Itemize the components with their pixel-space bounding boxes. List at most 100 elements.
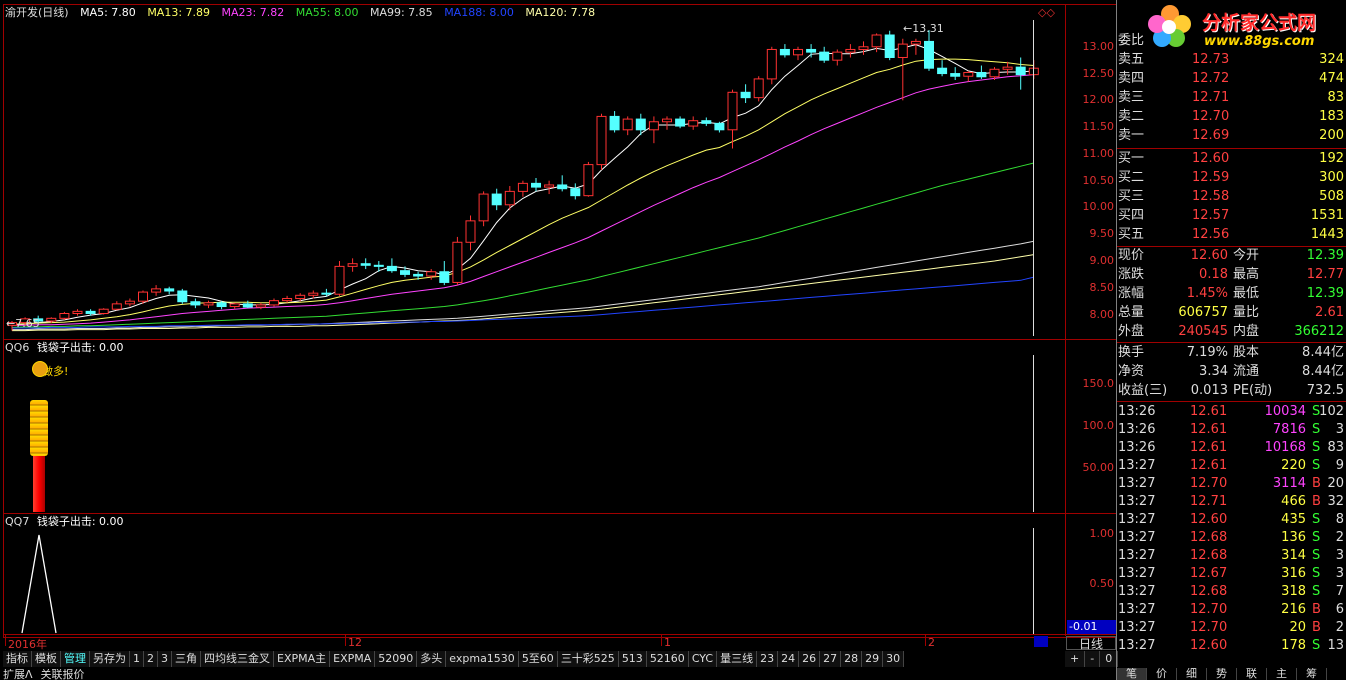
candle[interactable]	[452, 236, 463, 286]
status-link[interactable]: 关联报价	[41, 669, 85, 680]
bottom-tab[interactable]: 笔	[1117, 668, 1147, 680]
candle[interactable]	[491, 188, 502, 211]
candle[interactable]	[675, 116, 686, 129]
candle[interactable]	[570, 183, 581, 200]
toolbar-item[interactable]: 管理	[61, 651, 90, 667]
candle[interactable]	[779, 44, 790, 58]
bottom-tab[interactable]: 筹	[1297, 668, 1327, 680]
candle[interactable]	[269, 298, 279, 307]
candlestick-chart[interactable]	[4, 20, 1064, 336]
candle[interactable]	[72, 309, 83, 316]
candle[interactable]	[622, 116, 633, 136]
candle[interactable]	[819, 46, 830, 63]
candle[interactable]	[976, 65, 987, 79]
candle[interactable]	[884, 30, 895, 61]
candle[interactable]	[517, 180, 528, 197]
candle[interactable]	[531, 178, 541, 192]
candle[interactable]	[59, 311, 70, 320]
toolbar-item[interactable]: 52090	[375, 651, 418, 667]
status-link[interactable]: 扩展Λ	[3, 669, 33, 680]
toolbar-item[interactable]: 另存为	[90, 651, 130, 667]
toolbar-item[interactable]: 三角	[172, 651, 201, 667]
candle[interactable]	[98, 308, 109, 315]
candle[interactable]	[937, 60, 948, 77]
toolbar-item[interactable]: 1	[130, 651, 144, 667]
candle[interactable]	[360, 258, 371, 270]
candle[interactable]	[229, 302, 240, 310]
candle[interactable]	[282, 295, 293, 303]
candle[interactable]	[111, 301, 122, 311]
toolbar-item[interactable]: EXPMA	[330, 651, 376, 667]
candle[interactable]	[1015, 57, 1026, 90]
candle[interactable]	[216, 301, 227, 310]
corner-diamond-icon[interactable]: ◇◇	[1038, 6, 1055, 19]
candle[interactable]	[897, 38, 908, 101]
candle[interactable]	[701, 117, 712, 127]
candle[interactable]	[727, 89, 738, 149]
zoom-button[interactable]: -	[1085, 651, 1101, 667]
zoom-button[interactable]: +	[1065, 651, 1086, 667]
toolbar-item[interactable]: 28	[841, 651, 863, 667]
toolbar-item[interactable]: 24	[778, 651, 800, 667]
toolbar-item[interactable]: 27	[820, 651, 842, 667]
bottom-tab[interactable]: 主	[1267, 668, 1297, 680]
candle[interactable]	[688, 116, 699, 130]
candle[interactable]	[963, 70, 974, 82]
toolbar-item[interactable]: 模板	[32, 651, 61, 667]
candle[interactable]	[910, 38, 921, 55]
toolbar-item[interactable]: expma1530	[446, 651, 519, 667]
candle[interactable]	[242, 300, 253, 309]
candle[interactable]	[557, 175, 568, 192]
candle[interactable]	[177, 288, 188, 304]
candle[interactable]	[504, 186, 515, 211]
candle[interactable]	[596, 113, 607, 170]
toolbar-item[interactable]: 三十彩525	[557, 651, 619, 667]
toolbar-item[interactable]: EXPMA主	[274, 651, 331, 667]
period-button[interactable]: 日线	[1066, 636, 1116, 651]
candle[interactable]	[924, 30, 934, 71]
candle[interactable]	[203, 300, 214, 309]
candle[interactable]	[845, 44, 856, 58]
candle[interactable]	[950, 67, 961, 80]
candle[interactable]	[347, 258, 358, 272]
candle[interactable]	[648, 116, 659, 144]
toolbar-item[interactable]: 23	[757, 651, 779, 667]
candle[interactable]	[255, 302, 266, 310]
candle[interactable]	[426, 269, 437, 280]
candle[interactable]	[465, 215, 476, 251]
toolbar-item[interactable]: 四均线三金叉	[201, 651, 274, 667]
toolbar-item[interactable]: 30	[883, 651, 905, 667]
toolbar-item[interactable]: 多头	[417, 651, 447, 667]
toolbar-item[interactable]: 513	[618, 651, 647, 667]
candle[interactable]	[386, 258, 397, 273]
candle[interactable]	[164, 286, 175, 295]
toolbar-item[interactable]: CYC	[688, 651, 718, 667]
candle[interactable]	[439, 261, 450, 286]
toolbar-item[interactable]: 指标	[3, 651, 32, 667]
candle[interactable]	[334, 261, 345, 296]
toolbar-item[interactable]: 29	[862, 651, 884, 667]
candle[interactable]	[478, 191, 489, 227]
candle[interactable]	[832, 49, 843, 66]
candle[interactable]	[124, 298, 135, 307]
candle[interactable]	[544, 180, 555, 195]
toolbar-item[interactable]: 3	[158, 651, 172, 667]
bottom-tab[interactable]: 势	[1207, 668, 1237, 680]
bottom-tab[interactable]: 价	[1147, 668, 1177, 680]
toolbar-item[interactable]: 量三线	[717, 651, 758, 667]
toolbar-item[interactable]: 5至60	[518, 651, 558, 667]
candle[interactable]	[662, 116, 672, 130]
candle[interactable]	[190, 298, 201, 309]
date-axis-scroll-marker[interactable]	[1034, 636, 1048, 647]
bottom-tab[interactable]: 联	[1237, 668, 1267, 680]
candle[interactable]	[151, 285, 162, 296]
candle[interactable]	[714, 121, 725, 133]
candle[interactable]	[858, 41, 869, 55]
candle[interactable]	[753, 76, 764, 102]
toolbar-item[interactable]: 2	[144, 651, 158, 667]
candle[interactable]	[609, 111, 620, 133]
toolbar-item[interactable]: 52160	[646, 651, 689, 667]
bottom-tab[interactable]: 细	[1177, 668, 1207, 680]
candle[interactable]	[583, 161, 594, 197]
candle[interactable]	[766, 46, 777, 85]
